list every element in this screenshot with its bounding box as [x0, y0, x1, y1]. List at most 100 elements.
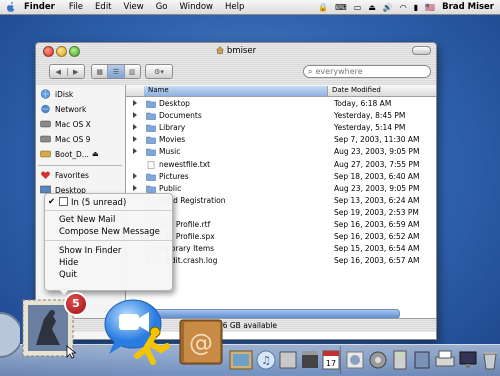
search-field[interactable]: ⌕ everywhere: [303, 65, 431, 78]
folder-icon: [146, 185, 156, 193]
disclosure-triangle-icon[interactable]: [133, 184, 137, 191]
drive-icon: [40, 135, 51, 143]
disclosure-triangle-icon[interactable]: [133, 124, 137, 131]
file-date: Sep 15, 2003, 6:54 AM: [334, 244, 420, 254]
sidebar-divider: [38, 165, 122, 166]
folder-icon: [146, 100, 156, 108]
network-icon: [41, 104, 50, 114]
menu-go[interactable]: Go: [156, 2, 168, 12]
iphoto-print-icon[interactable]: [278, 348, 298, 372]
mailbox-icon: [59, 197, 68, 206]
drive-icon: [40, 120, 51, 128]
itunes-icon[interactable]: ♫: [256, 348, 276, 372]
folder-icon: [146, 124, 156, 132]
column-header-date[interactable]: Date Modified: [332, 86, 381, 94]
menu-item-inbox[interactable]: In (5 unread): [59, 197, 126, 208]
address-book-icon[interactable]: @: [178, 318, 224, 366]
menu-file[interactable]: File: [69, 2, 83, 12]
file-date: Sep 16, 2003, 6:59 AM: [334, 220, 420, 229]
file-name: Music: [159, 147, 181, 157]
list-item[interactable]: Public Aug 23, 2003, 9:05 PM: [126, 183, 436, 195]
iphoto-icon[interactable]: [229, 348, 253, 372]
action-menu-button[interactable]: ⚙▾: [145, 64, 173, 79]
file-date: Aug 23, 2003, 9:05 PM: [334, 183, 420, 193]
sidebar-item-macos9[interactable]: Mac OS 9: [40, 132, 90, 146]
svg-text:@: @: [189, 329, 213, 357]
column-header-name[interactable]: Name: [144, 86, 328, 96]
disclosure-triangle-icon[interactable]: [133, 112, 137, 119]
finder-window: bmiser ◀ ▶ ▦ ☰ ▥ ⚙▾ ⌕ everywhere iDisk ↻: [35, 42, 437, 340]
globe-icon: [40, 89, 51, 99]
battery-icon[interactable]: ▮: [414, 3, 418, 12]
disclosure-triangle-icon[interactable]: [133, 100, 137, 106]
file-date: Aug 23, 2003, 9:05 PM: [334, 147, 420, 157]
forward-arrow-icon[interactable]: ▶: [66, 67, 85, 76]
menu-item-compose[interactable]: Compose New Message: [59, 227, 160, 237]
icon-view-icon[interactable]: ▦: [92, 65, 107, 78]
eject-icon[interactable]: ⏏: [368, 3, 376, 12]
file-name: newestfile.txt: [159, 159, 211, 169]
sidebar-item-network[interactable]: Network: [40, 102, 86, 116]
menu-item-show-in-finder[interactable]: Show In Finder: [59, 246, 121, 256]
folder-icon: [146, 137, 156, 145]
menu-item-quit[interactable]: Quit: [59, 270, 77, 280]
list-view-icon[interactable]: ☰: [107, 65, 124, 78]
toolbar-toggle-button[interactable]: [412, 46, 431, 55]
back-arrow-icon[interactable]: ◀: [50, 68, 67, 76]
menu-help[interactable]: Help: [225, 2, 244, 12]
calculator-icon[interactable]: [390, 348, 410, 372]
network-utility-icon[interactable]: [0, 310, 20, 360]
disclosure-triangle-icon[interactable]: [133, 172, 137, 179]
user-name[interactable]: Brad Miser: [442, 2, 494, 12]
menu-view[interactable]: View: [124, 2, 144, 12]
svg-text:17: 17: [326, 359, 336, 368]
sidebar-item-macosx[interactable]: Mac OS X: [40, 117, 91, 131]
menu-separator: [45, 240, 172, 241]
title-bar[interactable]: bmiser: [36, 43, 436, 59]
ical-icon[interactable]: 17: [322, 348, 340, 372]
eject-icon[interactable]: ⏏: [92, 150, 99, 158]
apple-menu-icon[interactable]: [6, 2, 16, 12]
list-item[interactable]: Movies Sep 7, 2003, 11:30 AM: [126, 134, 436, 146]
keyboard-icon[interactable]: ⌨: [335, 3, 347, 12]
list-item[interactable]: Library Yesterday, 5:14 PM: [126, 122, 436, 134]
flag-icon[interactable]: 🇺🇸: [425, 3, 435, 12]
sidebar-item-idisk[interactable]: iDisk ↻: [40, 87, 142, 101]
file-date: Sep 18, 2003, 6:40 AM: [334, 171, 420, 181]
list-item[interactable]: Music Aug 23, 2003, 9:05 PM: [126, 146, 436, 158]
sidebar-item-favorites[interactable]: Favorites: [40, 168, 89, 182]
lock-icon[interactable]: 🔒: [318, 3, 328, 12]
printer-icon[interactable]: [434, 348, 456, 372]
heart-icon: [41, 171, 50, 179]
window-title: bmiser: [226, 46, 257, 56]
menu-window[interactable]: Window: [179, 2, 213, 12]
wifi-icon[interactable]: ◠: [400, 3, 407, 12]
file-date: Yesterday, 8:45 PM: [334, 111, 406, 121]
document-icon: [147, 160, 155, 169]
list-item[interactable]: Documents Yesterday, 8:45 PM: [126, 110, 436, 122]
menu-app-finder[interactable]: Finder: [24, 2, 55, 12]
disclosure-triangle-icon[interactable]: [133, 148, 137, 155]
trash-icon[interactable]: [480, 348, 500, 372]
menu-item-hide[interactable]: Hide: [59, 258, 78, 268]
disclosure-triangle-icon[interactable]: [133, 136, 137, 143]
utility-icon[interactable]: [412, 348, 432, 372]
menu-edit[interactable]: Edit: [95, 2, 111, 12]
display-icon[interactable]: ▭: [354, 3, 362, 12]
menu-item-get-new-mail[interactable]: Get New Mail: [59, 215, 115, 225]
list-item[interactable]: newestfile.txt Aug 27, 2003, 7:55 PM: [126, 159, 436, 171]
aim-icon[interactable]: [133, 326, 173, 366]
sidebar-item-bootdisk[interactable]: Boot_D... ⏏: [40, 147, 99, 161]
system-preferences-icon[interactable]: [368, 348, 388, 372]
column-view-icon[interactable]: ▥: [123, 65, 140, 78]
list-item[interactable]: Desktop Today, 6:18 AM: [126, 98, 436, 110]
list-item[interactable]: Pictures Sep 18, 2003, 6:40 AM: [126, 171, 436, 183]
idvd-icon[interactable]: [345, 348, 365, 372]
monitor-icon[interactable]: [458, 348, 478, 372]
imovie-icon[interactable]: [300, 348, 320, 372]
dock-context-menu: ✔ In (5 unread) Get New Mail Compose New…: [44, 193, 173, 291]
volume-icon[interactable]: 🔊: [383, 3, 393, 12]
file-date: Sep 16, 2003, 6:52 AM: [334, 232, 420, 242]
file-name: Public: [159, 183, 182, 193]
search-placeholder: everywhere: [315, 67, 363, 76]
